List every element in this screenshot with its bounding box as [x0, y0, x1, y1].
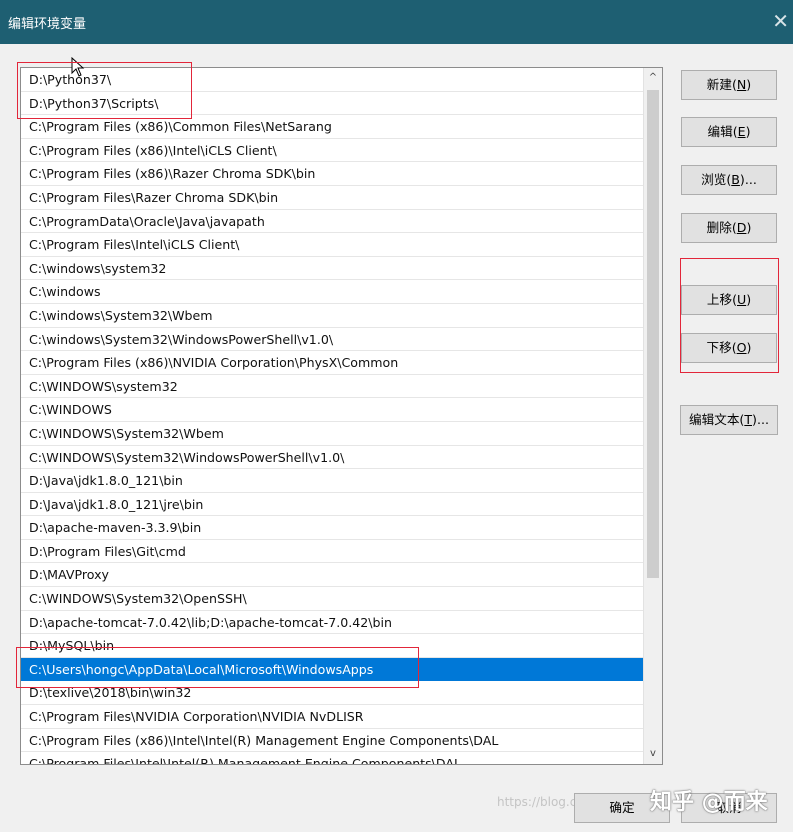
browse-button-hotkey: B — [731, 172, 740, 187]
move-up-button-hotkey: U — [736, 292, 747, 307]
move-down-button[interactable]: 下移(O) — [681, 333, 777, 363]
path-list-item[interactable]: C:\WINDOWS\System32\WindowsPowerShell\v1… — [21, 446, 643, 470]
path-list-item[interactable]: C:\Program Files (x86)\Razer Chroma SDK\… — [21, 162, 643, 186]
move-up-button-label: 上移 — [706, 292, 733, 307]
edit-text-button[interactable]: 编辑文本(T)... — [680, 405, 778, 435]
path-list-item[interactable]: D:\Python37\ — [21, 68, 643, 92]
path-list-item[interactable]: D:\Python37\Scripts\ — [21, 92, 643, 116]
new-button-label: 新建 — [706, 77, 732, 92]
path-list-item[interactable]: D:\apache-tomcat-7.0.42\lib;D:\apache-to… — [21, 611, 643, 635]
path-list-item[interactable]: C:\Users\hongc\AppData\Local\Microsoft\W… — [21, 657, 643, 682]
path-list-item[interactable]: C:\Program Files (x86)\Intel\iCLS Client… — [21, 139, 643, 163]
edit-button-hotkey: E — [737, 124, 746, 139]
close-icon[interactable]: ✕ — [772, 9, 789, 33]
edit-button-label: 编辑 — [707, 124, 733, 139]
path-list-item[interactable]: C:\Program Files\NVIDIA Corporation\NVID… — [21, 705, 643, 729]
scroll-up-icon[interactable]: ^ — [644, 68, 662, 88]
path-list-item[interactable]: D:\Java\jdk1.8.0_121\bin — [21, 469, 643, 493]
path-list-item[interactable]: C:\WINDOWS\System32\OpenSSH\ — [21, 587, 643, 611]
path-list-item[interactable]: C:\Program Files\Intel\iCLS Client\ — [21, 233, 643, 257]
path-list-item[interactable]: C:\ProgramData\Oracle\Java\javapath — [21, 210, 643, 234]
path-list-item[interactable]: C:\WINDOWS — [21, 398, 643, 422]
path-list-item[interactable]: C:\Program Files (x86)\Common Files\NetS… — [21, 115, 643, 139]
new-button-hotkey: N — [736, 77, 747, 92]
move-up-button[interactable]: 上移(U) — [681, 285, 777, 315]
path-list-item[interactable]: C:\Program Files\Intel\Intel(R) Manageme… — [21, 752, 643, 764]
move-down-button-hotkey: O — [736, 340, 747, 355]
edit-text-button-hotkey: T — [744, 412, 753, 427]
path-list-item[interactable]: D:\Program Files\Git\cmd — [21, 540, 643, 564]
path-list-item[interactable]: C:\Program Files\Razer Chroma SDK\bin — [21, 186, 643, 210]
browse-button-suffix: ... — [744, 172, 757, 187]
browse-button-label: 浏览 — [701, 172, 727, 187]
delete-button-hotkey: D — [736, 220, 747, 235]
window-title: 编辑环境变量 — [8, 17, 87, 32]
watermark-brand: 知乎 @而来 — [650, 790, 768, 815]
edit-button[interactable]: 编辑(E) — [681, 117, 777, 147]
new-button[interactable]: 新建(N) — [681, 70, 777, 100]
path-list-item[interactable]: C:\windows\System32\Wbem — [21, 304, 643, 328]
path-list-item[interactable]: C:\windows\System32\WindowsPowerShell\v1… — [21, 328, 643, 352]
mouse-cursor-icon — [71, 57, 85, 77]
edit-text-button-label: 编辑文本 — [689, 412, 740, 427]
edit-text-button-suffix: ... — [756, 412, 769, 427]
path-list-item[interactable]: D:\MAVProxy — [21, 563, 643, 588]
delete-button-label: 删除 — [706, 220, 732, 235]
path-list-item[interactable]: C:\Program Files (x86)\Intel\Intel(R) Ma… — [21, 729, 643, 753]
title-bar: 编辑环境变量 ✕ — [0, 0, 793, 44]
path-list[interactable]: D:\Python37\ D:\Python37\Scripts\ C:\Progr… — [20, 67, 663, 765]
path-list-item[interactable]: D:\texlive\2018\bin\win32 — [21, 681, 643, 706]
path-list-item[interactable]: C:\WINDOWS\System32\Wbem — [21, 422, 643, 446]
move-down-button-label: 下移 — [706, 340, 732, 355]
path-list-item[interactable]: D:\MySQL\bin — [21, 634, 643, 658]
scroll-thumb[interactable] — [647, 90, 659, 578]
path-list-item[interactable]: D:\Java\jdk1.8.0_121\jre\bin — [21, 493, 643, 517]
path-list-item[interactable]: C:\Program Files (x86)\NVIDIA Corporatio… — [21, 351, 643, 375]
path-list-item[interactable]: C:\windows\system32 — [21, 257, 643, 281]
scroll-down-icon[interactable]: v — [644, 744, 662, 764]
path-list-item[interactable]: D:\apache-maven-3.3.9\bin — [21, 516, 643, 540]
path-list-items: D:\Python37\ D:\Python37\Scripts\ C:\Progr… — [21, 68, 643, 764]
vertical-scrollbar[interactable]: ^ v — [643, 68, 662, 764]
delete-button[interactable]: 删除(D) — [681, 213, 777, 243]
path-list-item[interactable]: C:\windows — [21, 280, 643, 304]
browse-button[interactable]: 浏览(B)... — [681, 165, 777, 195]
path-list-item[interactable]: C:\WINDOWS\system32 — [21, 375, 643, 399]
